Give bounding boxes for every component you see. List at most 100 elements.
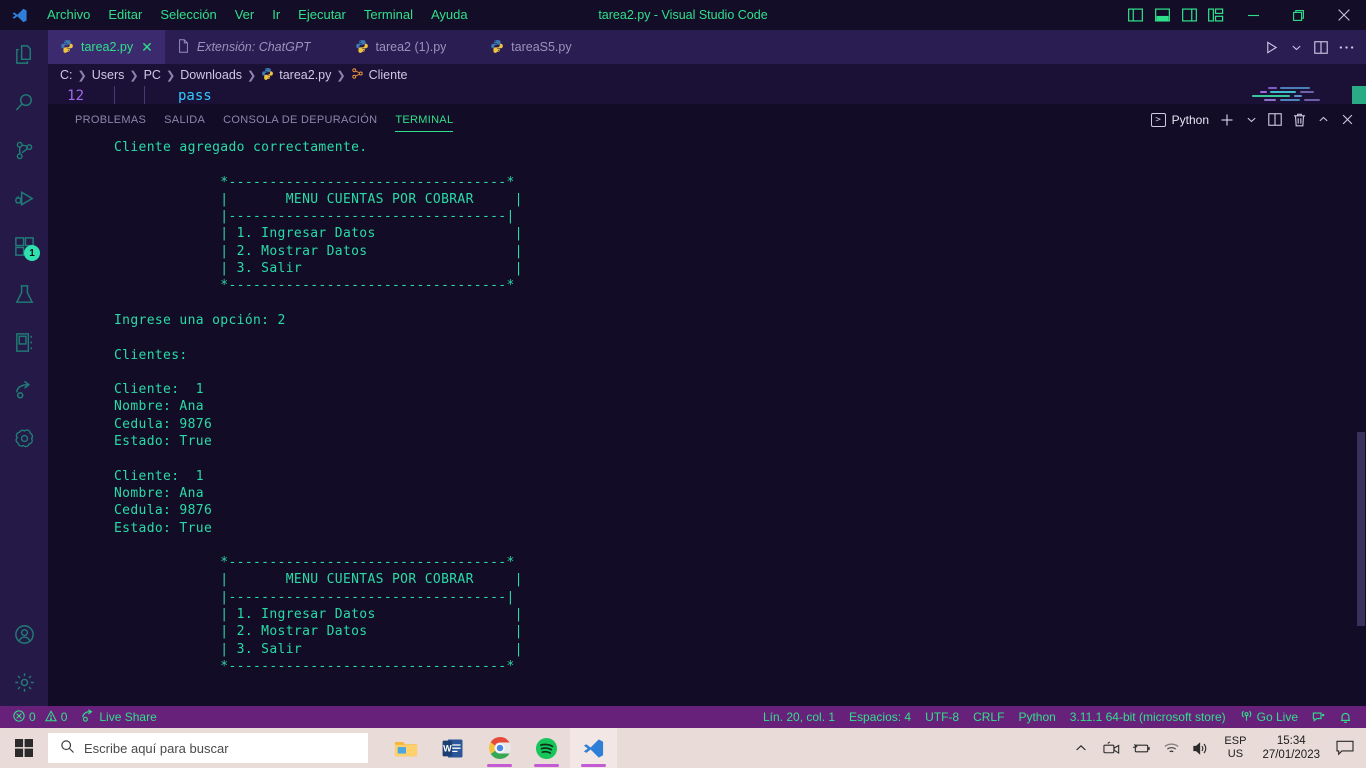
editor-viewport[interactable]: 12 pass xyxy=(48,86,1366,104)
breadcrumb[interactable]: C: ❯ Users ❯ PC ❯ Downloads ❯ tarea2.py … xyxy=(48,64,1366,86)
customize-layout-icon[interactable] xyxy=(1207,6,1225,24)
status-python-interpreter[interactable]: 3.11.1 64-bit (microsoft store) xyxy=(1063,706,1233,728)
status-notifications-bell-icon[interactable] xyxy=(1332,706,1359,728)
editor-tab-tarea2-1[interactable]: tarea2 (1).py ✕ xyxy=(342,30,479,64)
status-go-live[interactable]: Go Live xyxy=(1233,706,1305,728)
breadcrumb-item-pc[interactable]: PC xyxy=(144,68,161,82)
taskbar-search-input[interactable]: Escribe aquí para buscar xyxy=(48,733,368,763)
taskbar-app-file-explorer[interactable] xyxy=(382,728,429,768)
chevron-down-icon[interactable] xyxy=(1285,34,1307,60)
menu-ayuda[interactable]: Ayuda xyxy=(422,0,477,30)
warning-icon xyxy=(44,709,57,725)
activitybar-item-source-control[interactable] xyxy=(0,126,48,174)
editor-tab-label: tareaS5.py xyxy=(511,40,572,54)
terminal-line: | 1. Ingresar Datos | xyxy=(114,607,523,623)
panel-tab-consola-de-depuracion[interactable]: CONSOLA DE DEPURACIÓN xyxy=(214,104,386,135)
breadcrumb-item-file[interactable]: tarea2.py xyxy=(261,67,331,83)
panel-tab-problemas[interactable]: PROBLEMAS xyxy=(66,104,155,135)
status-encoding[interactable]: UTF-8 xyxy=(918,706,966,728)
wifi-icon[interactable] xyxy=(1156,728,1186,768)
activitybar-item-run-and-debug[interactable] xyxy=(0,174,48,222)
activitybar-item-testing[interactable] xyxy=(0,270,48,318)
status-problems[interactable]: 0 0 xyxy=(6,706,74,728)
input-language-indicator[interactable]: ESP US xyxy=(1216,728,1254,768)
toggle-secondary-sidebar-icon[interactable] xyxy=(1180,6,1198,24)
more-actions-icon[interactable] xyxy=(1335,34,1357,60)
editor-minimap[interactable] xyxy=(1246,86,1366,104)
menu-terminal[interactable]: Terminal xyxy=(355,0,422,30)
activitybar-item-chatgpt[interactable] xyxy=(0,414,48,462)
split-terminal-icon[interactable] xyxy=(1264,109,1286,131)
python-icon xyxy=(355,39,369,56)
activitybar-item-explorer[interactable] xyxy=(0,30,48,78)
breadcrumb-item-downloads[interactable]: Downloads xyxy=(180,68,242,82)
terminal-scrollbar[interactable] xyxy=(1356,135,1366,706)
editor-actions[interactable] xyxy=(1260,30,1366,64)
activitybar-item-live-share[interactable] xyxy=(0,366,48,414)
breadcrumb-item-symbol[interactable]: Cliente xyxy=(351,67,408,83)
taskbar-app-word[interactable]: W xyxy=(429,728,476,768)
terminal-line: Cliente: 1 xyxy=(114,382,204,398)
menu-seleccion[interactable]: Selección xyxy=(151,0,225,30)
camera-icon[interactable] xyxy=(1096,728,1126,768)
status-remote-feedback-icon[interactable] xyxy=(1305,706,1332,728)
terminal-scrollbar-thumb[interactable] xyxy=(1357,431,1365,627)
volume-icon[interactable] xyxy=(1186,728,1216,768)
editor-tab-tareas5[interactable]: tareaS5.py ✕ xyxy=(478,30,604,64)
taskbar-app-spotify[interactable] xyxy=(523,728,570,768)
terminal-selector[interactable]: > Python xyxy=(1146,109,1214,131)
toggle-panel-icon[interactable] xyxy=(1153,6,1171,24)
breadcrumb-separator: ❯ xyxy=(77,69,87,82)
panel-tab-terminal[interactable]: TERMINAL xyxy=(386,104,462,135)
run-python-file-icon[interactable] xyxy=(1260,34,1282,60)
terminal-output[interactable]: Cliente agregado correctamente. *-------… xyxy=(48,135,1366,706)
start-button[interactable] xyxy=(0,728,48,768)
breadcrumb-item-drive[interactable]: C: xyxy=(60,68,73,82)
activitybar-item-manage-settings[interactable] xyxy=(0,658,48,706)
close-button[interactable] xyxy=(1321,0,1366,30)
activitybar-item-extensions[interactable]: 1 xyxy=(0,222,48,270)
menu-ver[interactable]: Ver xyxy=(226,0,264,30)
terminal-line: |----------------------------------| xyxy=(114,209,515,225)
activitybar-item-accounts[interactable] xyxy=(0,610,48,658)
panel-tab-salida[interactable]: SALIDA xyxy=(155,104,214,135)
new-terminal-button[interactable] xyxy=(1216,109,1238,131)
editor-tab-close-icon[interactable]: ✕ xyxy=(140,40,154,54)
maximize-panel-chevron-up-icon[interactable] xyxy=(1312,109,1334,131)
show-hidden-icons-chevron-up-icon[interactable] xyxy=(1066,728,1096,768)
activitybar-item-search[interactable] xyxy=(0,78,48,126)
minimize-button[interactable] xyxy=(1231,0,1276,30)
menu-bar[interactable]: Archivo Editar Selección Ver Ir Ejecutar… xyxy=(38,0,477,30)
layout-controls[interactable] xyxy=(1126,6,1231,24)
terminal-line: Cliente agregado correctamente. xyxy=(114,140,368,155)
kill-terminal-trash-icon[interactable] xyxy=(1288,109,1310,131)
window-controls[interactable] xyxy=(1231,0,1366,30)
panel-tabs[interactable]: PROBLEMAS SALIDA CONSOLA DE DEPURACIÓN T… xyxy=(66,104,462,135)
taskbar-clock[interactable]: 15:34 27/01/2023 xyxy=(1254,728,1328,768)
close-panel-icon[interactable] xyxy=(1336,109,1358,131)
toggle-primary-sidebar-icon[interactable] xyxy=(1126,6,1144,24)
editor-tab-tarea2[interactable]: tarea2.py ✕ xyxy=(48,30,165,64)
battery-icon[interactable] xyxy=(1126,728,1156,768)
menu-archivo[interactable]: Archivo xyxy=(38,0,99,30)
split-editor-icon[interactable] xyxy=(1310,34,1332,60)
panel-actions[interactable]: > Python xyxy=(1146,109,1366,131)
menu-editar[interactable]: Editar xyxy=(99,0,151,30)
terminal-profile-chevron-down-icon[interactable] xyxy=(1240,109,1262,131)
breadcrumb-item-users[interactable]: Users xyxy=(92,68,125,82)
notification-center-icon[interactable] xyxy=(1328,728,1362,768)
minimap-slider[interactable] xyxy=(1352,86,1366,104)
editor-tab-extension-chatgpt[interactable]: Extensión: ChatGPT ✕ xyxy=(164,30,343,64)
terminal-line: *----------------------------------* xyxy=(114,174,515,190)
menu-ejecutar[interactable]: Ejecutar xyxy=(289,0,355,30)
status-indentation[interactable]: Espacios: 4 xyxy=(842,706,918,728)
menu-ir[interactable]: Ir xyxy=(263,0,289,30)
taskbar-app-chrome[interactable] xyxy=(476,728,523,768)
maximize-button[interactable] xyxy=(1276,0,1321,30)
status-eol[interactable]: CRLF xyxy=(966,706,1011,728)
taskbar-app-vscode[interactable] xyxy=(570,728,617,768)
status-language-mode[interactable]: Python xyxy=(1011,706,1062,728)
status-live-share[interactable]: Live Share xyxy=(74,706,163,728)
status-cursor-position[interactable]: Lín. 20, col. 1 xyxy=(756,706,842,728)
activitybar-item-notebook[interactable] xyxy=(0,318,48,366)
